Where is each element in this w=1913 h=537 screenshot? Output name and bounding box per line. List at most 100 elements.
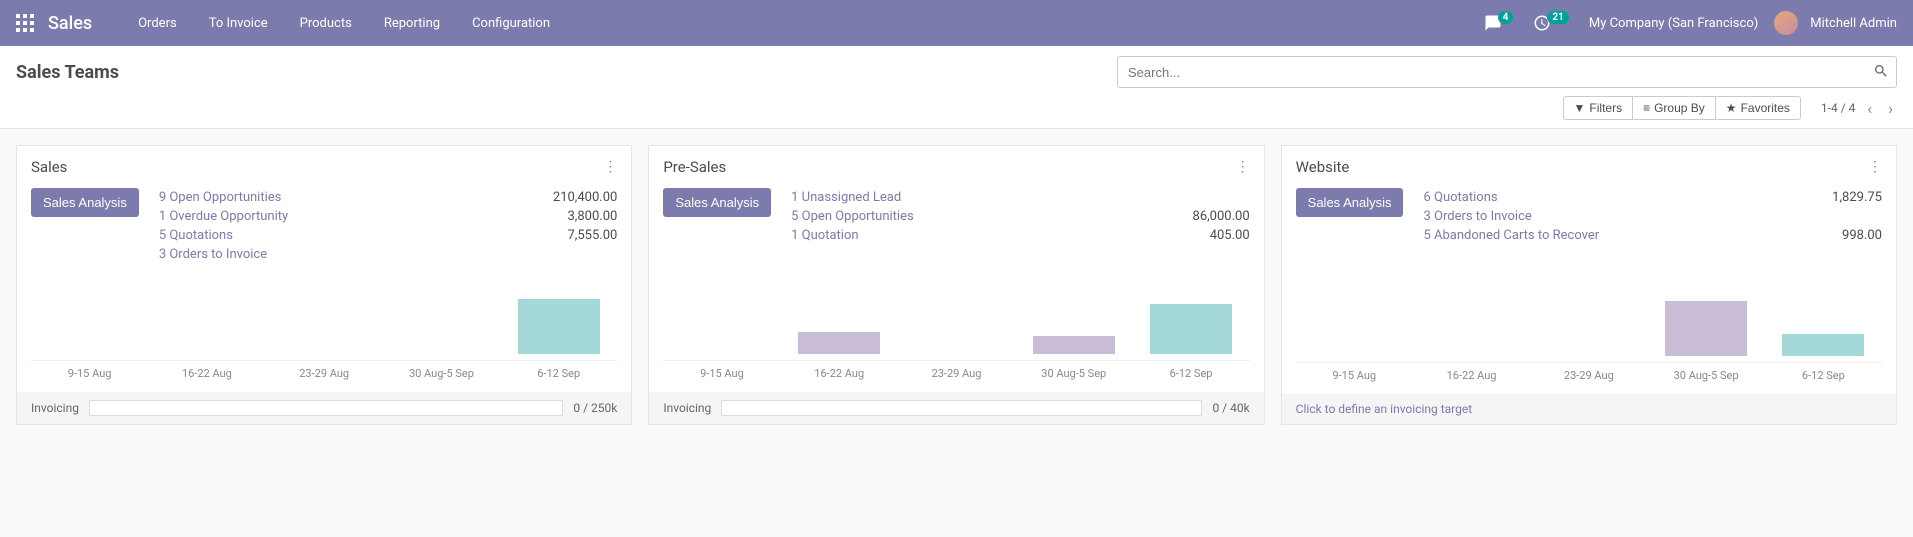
stat-value: 998.00 bbox=[1842, 228, 1882, 243]
invoicing-progress[interactable] bbox=[721, 400, 1202, 416]
activities-badge: 21 bbox=[1547, 11, 1568, 24]
pager-prev[interactable]: ‹ bbox=[1863, 99, 1876, 118]
funnel-icon: ▼ bbox=[1574, 101, 1586, 115]
stats: 1 Unassigned Lead5 Open Opportunities86,… bbox=[791, 188, 1250, 245]
chart-label: 9-15 Aug bbox=[663, 367, 780, 380]
invoicing-progress[interactable] bbox=[89, 400, 563, 416]
card-footer: Invoicing 0 / 40k bbox=[649, 392, 1263, 424]
stat-link[interactable]: 5 Abandoned Carts to Recover bbox=[1423, 228, 1599, 243]
search-icon[interactable] bbox=[1873, 63, 1889, 83]
filters-button[interactable]: ▼Filters bbox=[1563, 96, 1634, 120]
card-title[interactable]: Pre-Sales bbox=[663, 158, 726, 176]
stat-value: 3,800.00 bbox=[568, 209, 618, 224]
stats: 6 Quotations 1,829.75 3 Orders to Invoice 5… bbox=[1423, 188, 1882, 245]
stat-row: 1 Overdue Opportunity 3,800.00 bbox=[159, 207, 618, 226]
avatar bbox=[1774, 11, 1798, 35]
stat-row: 9 Open Opportunities 210,400.00 bbox=[159, 188, 618, 207]
chart-label: 9-15 Aug bbox=[1296, 369, 1413, 382]
sales-analysis-button[interactable]: Sales Analysis bbox=[31, 188, 139, 217]
apps-icon[interactable] bbox=[16, 14, 34, 32]
bar-slot bbox=[1132, 294, 1249, 354]
chart-label: 16-22 Aug bbox=[1413, 369, 1530, 382]
kebab-icon[interactable]: ⋮ bbox=[603, 159, 617, 175]
stat-link[interactable]: 6 Quotations bbox=[1423, 190, 1497, 205]
page-title: Sales Teams bbox=[16, 62, 119, 83]
chart-label: 30 Aug-5 Sep bbox=[1647, 369, 1764, 382]
stat-row: 5 Quotations 7,555.00 bbox=[159, 226, 618, 245]
groupby-button[interactable]: ≡Group By bbox=[1633, 96, 1716, 120]
chart-label: 23-29 Aug bbox=[898, 367, 1015, 380]
control-panel: Sales Teams ▼Filters ≡Group By ★Favorite… bbox=[0, 46, 1913, 129]
pager-next[interactable]: › bbox=[1884, 99, 1897, 118]
pager-text: 1-4 / 4 bbox=[1821, 101, 1855, 115]
activities-icon[interactable]: 21 bbox=[1533, 14, 1572, 32]
chart-label: 16-22 Aug bbox=[148, 367, 265, 380]
card-footer: Click to define an invoicing target bbox=[1282, 394, 1896, 424]
sales-analysis-button[interactable]: Sales Analysis bbox=[1296, 188, 1404, 217]
nav-configuration[interactable]: Configuration bbox=[458, 16, 564, 31]
messages-icon[interactable]: 4 bbox=[1484, 14, 1518, 32]
app-title[interactable]: Sales bbox=[48, 13, 92, 34]
kebab-icon[interactable]: ⋮ bbox=[1868, 159, 1882, 175]
bar-slot bbox=[1765, 296, 1882, 356]
nav-to-invoice[interactable]: To Invoice bbox=[195, 16, 282, 31]
nav-products[interactable]: Products bbox=[286, 16, 366, 31]
bar-chart: 9-15 Aug16-22 Aug23-29 Aug30 Aug-5 Sep6-… bbox=[17, 294, 631, 384]
stat-link[interactable]: 3 Orders to Invoice bbox=[1423, 209, 1531, 224]
stat-link[interactable]: 5 Quotations bbox=[159, 228, 233, 243]
chart-label: 30 Aug-5 Sep bbox=[1015, 367, 1132, 380]
nav-reporting[interactable]: Reporting bbox=[370, 16, 454, 31]
chart-label: 30 Aug-5 Sep bbox=[383, 367, 500, 380]
define-target-link[interactable]: Click to define an invoicing target bbox=[1296, 402, 1473, 416]
list-icon: ≡ bbox=[1643, 101, 1650, 115]
stat-row: 1 Quotation 405.00 bbox=[791, 226, 1250, 245]
kebab-icon[interactable]: ⋮ bbox=[1236, 159, 1250, 175]
stat-value: 1,829.75 bbox=[1832, 190, 1882, 205]
user-menu[interactable]: Mitchell Admin bbox=[1774, 11, 1897, 35]
stat-value: 405.00 bbox=[1210, 228, 1250, 243]
stat-value: 7,555.00 bbox=[568, 228, 618, 243]
pager: 1-4 / 4 ‹ › bbox=[1801, 99, 1897, 118]
stat-row: 3 Orders to Invoice bbox=[1423, 207, 1882, 226]
invoicing-label: Invoicing bbox=[663, 401, 711, 415]
chart-label: 6-12 Sep bbox=[1132, 367, 1249, 380]
stats: 9 Open Opportunities 210,400.00 1 Overdue … bbox=[159, 188, 618, 264]
stat-row: 3 Orders to Invoice bbox=[159, 245, 618, 264]
sales-analysis-button[interactable]: Sales Analysis bbox=[663, 188, 771, 217]
card-title[interactable]: Website bbox=[1296, 158, 1350, 176]
chart-label: 23-29 Aug bbox=[1530, 369, 1647, 382]
stat-value: 210,400.00 bbox=[553, 190, 617, 205]
star-icon: ★ bbox=[1726, 101, 1737, 115]
stat-link[interactable]: 3 Orders to Invoice bbox=[159, 247, 267, 262]
favorites-button[interactable]: ★Favorites bbox=[1716, 96, 1801, 120]
invoicing-value: 0 / 250k bbox=[573, 401, 617, 415]
bar-slot bbox=[1530, 296, 1647, 356]
bar-slot bbox=[1647, 296, 1764, 356]
company-switcher[interactable]: My Company (San Francisco) bbox=[1589, 16, 1758, 31]
bar-slot bbox=[383, 294, 500, 354]
stat-row: 6 Quotations 1,829.75 bbox=[1423, 188, 1882, 207]
bar-slot bbox=[1015, 294, 1132, 354]
stat-link[interactable]: 1 Unassigned Lead bbox=[791, 190, 901, 205]
team-card: Website ⋮ Sales Analysis 6 Quotations 1,8… bbox=[1281, 145, 1897, 425]
nav-orders[interactable]: Orders bbox=[124, 16, 191, 31]
stat-row: 1 Unassigned Lead bbox=[791, 188, 1250, 207]
kanban-view: Sales ⋮ Sales Analysis 9 Open Opportunit… bbox=[0, 129, 1913, 441]
topbar-right: 4 21 My Company (San Francisco) Mitchell… bbox=[1484, 11, 1897, 35]
invoicing-value: 0 / 40k bbox=[1212, 401, 1249, 415]
filter-buttons: ▼Filters ≡Group By ★Favorites bbox=[1563, 96, 1801, 120]
stat-link[interactable]: 1 Quotation bbox=[791, 228, 858, 243]
stat-link[interactable]: 5 Open Opportunities bbox=[791, 209, 914, 224]
card-title[interactable]: Sales bbox=[31, 158, 67, 176]
bar-slot bbox=[663, 294, 780, 354]
topbar: Sales Orders To Invoice Products Reporti… bbox=[0, 0, 1913, 46]
chart-label: 6-12 Sep bbox=[1765, 369, 1882, 382]
bar-slot bbox=[148, 294, 265, 354]
stat-link[interactable]: 1 Overdue Opportunity bbox=[159, 209, 288, 224]
topbar-left: Sales Orders To Invoice Products Reporti… bbox=[16, 13, 564, 34]
user-name: Mitchell Admin bbox=[1810, 16, 1897, 31]
stat-link[interactable]: 9 Open Opportunities bbox=[159, 190, 282, 205]
bar-slot bbox=[266, 294, 383, 354]
search-input[interactable] bbox=[1117, 56, 1897, 88]
team-card: Sales ⋮ Sales Analysis 9 Open Opportunit… bbox=[16, 145, 632, 425]
